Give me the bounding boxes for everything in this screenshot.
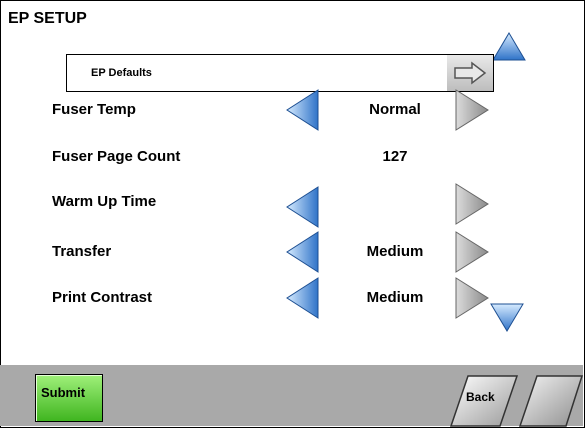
setting-label-transfer: Transfer: [52, 243, 112, 260]
ep-defaults-label: EP Defaults: [91, 67, 152, 79]
setting-label-fuser-page-count: Fuser Page Count: [52, 148, 181, 165]
warm-up-time-increase-arrow-icon[interactable]: [455, 183, 489, 225]
back-label: Back: [466, 390, 495, 404]
submit-button[interactable]: Submit: [35, 374, 103, 422]
setting-value-fuser-temp: Normal: [369, 101, 421, 118]
fuser-temp-increase-arrow-icon[interactable]: [455, 89, 489, 131]
ep-defaults-row[interactable]: EP Defaults: [66, 54, 494, 92]
scroll-down-arrow-icon[interactable]: [490, 302, 524, 332]
ep-defaults-arrow-button[interactable]: [447, 55, 493, 91]
transfer-decrease-arrow-icon[interactable]: [286, 231, 320, 273]
setting-label-print-contrast: Print Contrast: [52, 289, 153, 306]
blank-button[interactable]: [519, 375, 583, 427]
print-contrast-decrease-arrow-icon[interactable]: [286, 277, 320, 319]
setting-label-warm-up-time: Warm Up Time: [52, 193, 157, 210]
page-title: EP SETUP: [8, 10, 87, 27]
transfer-increase-arrow-icon[interactable]: [455, 231, 489, 273]
fuser-temp-decrease-arrow-icon[interactable]: [286, 89, 320, 131]
setting-value-print-contrast: Medium: [366, 289, 424, 306]
setting-value-transfer: Medium: [366, 243, 424, 260]
submit-label: Submit: [41, 385, 86, 400]
setting-value-fuser-page-count: 127: [382, 148, 408, 165]
arrow-right-icon: [454, 61, 487, 85]
setting-label-fuser-temp: Fuser Temp: [52, 101, 136, 118]
scroll-up-arrow-icon[interactable]: [492, 32, 526, 62]
warm-up-time-decrease-arrow-icon[interactable]: [286, 186, 320, 228]
print-contrast-increase-arrow-icon[interactable]: [455, 277, 489, 319]
